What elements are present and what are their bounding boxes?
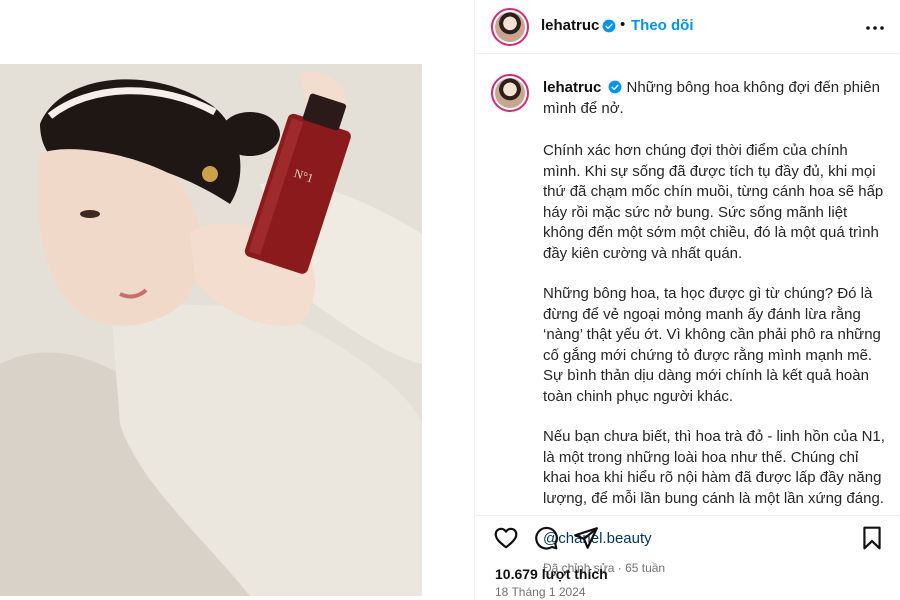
verified-badge-icon: [602, 19, 616, 33]
verified-badge-icon: [608, 80, 622, 94]
caption-paragraph: Nếu bạn chưa biết, thì hoa trà đỏ - linh…: [543, 428, 885, 507]
follow-button[interactable]: Theo dõi: [631, 17, 694, 34]
post-photo-illustration: N°1: [0, 64, 422, 596]
header-separator-dot: •: [620, 16, 626, 33]
comment-icon[interactable]: [533, 525, 559, 551]
header-avatar[interactable]: [491, 8, 529, 46]
caption-paragraph: Những bông hoa, ta học được gì từ chúng?…: [543, 285, 881, 405]
caption-area: lehatruc Những bông hoa không đợi đến ph…: [475, 62, 900, 575]
caption-text: lehatruc Những bông hoa không đợi đến ph…: [543, 78, 889, 578]
caption-username[interactable]: lehatruc: [543, 79, 601, 96]
likes-count[interactable]: 10.679 lượt thích: [495, 566, 608, 582]
post-photo[interactable]: N°1: [0, 64, 422, 596]
post-details-pane: lehatruc • Theo dõi lehatruc Những bông …: [474, 0, 900, 600]
more-options-icon[interactable]: [863, 16, 887, 40]
post-header: lehatruc • Theo dõi: [475, 0, 900, 54]
header-username[interactable]: lehatruc: [541, 17, 599, 34]
caption-paragraph: Chính xác hơn chúng đợi thời điểm của ch…: [543, 142, 884, 262]
media-pane: N°1: [0, 0, 474, 600]
share-icon[interactable]: [573, 525, 599, 551]
bookmark-icon[interactable]: [859, 525, 885, 551]
heart-icon[interactable]: [493, 525, 519, 551]
action-bar: [475, 515, 900, 555]
caption-avatar[interactable]: [491, 74, 529, 112]
post-date: 18 Tháng 1 2024: [495, 585, 586, 599]
